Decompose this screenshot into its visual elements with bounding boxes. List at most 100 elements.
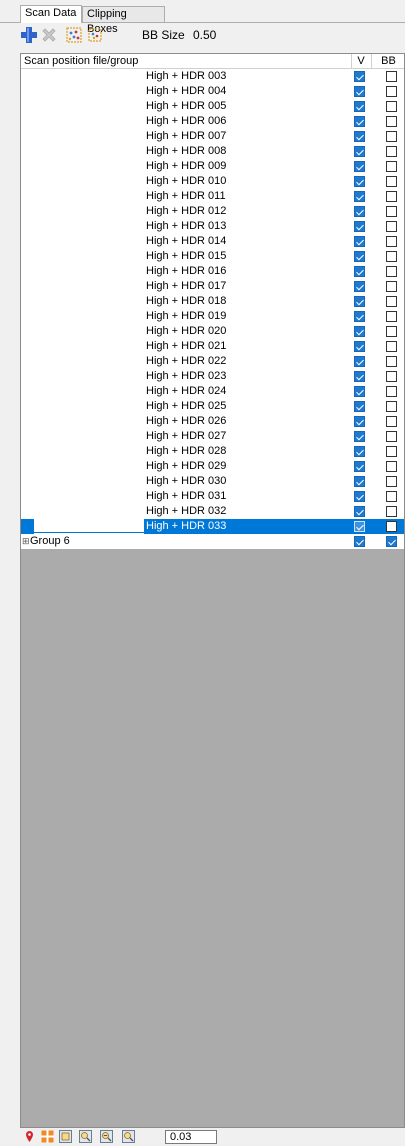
bb-checkbox[interactable] bbox=[386, 326, 397, 337]
table-row[interactable]: High + HDR 023 bbox=[21, 369, 404, 384]
zoom-out-icon[interactable] bbox=[100, 1130, 113, 1143]
table-row[interactable]: High + HDR 032 bbox=[21, 504, 404, 519]
table-row[interactable]: High + HDR 019 bbox=[21, 309, 404, 324]
tab-scan-data[interactable]: Scan Data bbox=[20, 5, 82, 23]
table-row[interactable]: High + HDR 028 bbox=[21, 444, 404, 459]
visible-checkbox[interactable] bbox=[354, 491, 365, 502]
bb-checkbox[interactable] bbox=[386, 311, 397, 322]
bb-mark-icon[interactable] bbox=[65, 26, 83, 44]
bb-checkbox[interactable] bbox=[386, 176, 397, 187]
visible-checkbox[interactable] bbox=[354, 401, 365, 412]
visible-checkbox[interactable] bbox=[354, 356, 365, 367]
table-row[interactable]: High + HDR 033 bbox=[21, 519, 404, 534]
visible-checkbox[interactable] bbox=[354, 341, 365, 352]
bb-checkbox[interactable] bbox=[386, 416, 397, 427]
table-row[interactable]: High + HDR 010 bbox=[21, 174, 404, 189]
expand-icon[interactable]: ⊞ bbox=[22, 537, 30, 546]
visible-checkbox[interactable] bbox=[354, 476, 365, 487]
visible-checkbox[interactable] bbox=[354, 131, 365, 142]
table-row[interactable]: High + HDR 007 bbox=[21, 129, 404, 144]
bb-checkbox[interactable] bbox=[386, 236, 397, 247]
tab-clipping-boxes[interactable]: Clipping Boxes bbox=[82, 6, 165, 35]
column-header-bb[interactable]: BB bbox=[371, 54, 404, 68]
bb-checkbox[interactable] bbox=[386, 221, 397, 232]
table-row[interactable]: High + HDR 011 bbox=[21, 189, 404, 204]
table-row[interactable]: High + HDR 014 bbox=[21, 234, 404, 249]
bb-checkbox[interactable] bbox=[386, 161, 397, 172]
bb-checkbox[interactable] bbox=[386, 491, 397, 502]
crosshair-icon[interactable] bbox=[41, 1130, 54, 1143]
bb-unmark-icon[interactable] bbox=[86, 26, 104, 44]
table-row[interactable]: High + HDR 013 bbox=[21, 219, 404, 234]
visible-checkbox[interactable] bbox=[354, 386, 365, 397]
visible-checkbox[interactable] bbox=[354, 281, 365, 292]
bb-checkbox[interactable] bbox=[386, 251, 397, 262]
bb-checkbox[interactable] bbox=[386, 371, 397, 382]
table-row[interactable]: High + HDR 025 bbox=[21, 399, 404, 414]
bb-checkbox[interactable] bbox=[386, 206, 397, 217]
bb-size-value[interactable]: 0.50 bbox=[193, 28, 216, 42]
table-row[interactable]: High + HDR 015 bbox=[21, 249, 404, 264]
bb-checkbox[interactable] bbox=[386, 116, 397, 127]
visible-checkbox[interactable] bbox=[354, 416, 365, 427]
visible-checkbox[interactable] bbox=[354, 251, 365, 262]
table-row[interactable]: High + HDR 012 bbox=[21, 204, 404, 219]
scan-position-tree[interactable]: Scan position file/group V BB High + HDR… bbox=[20, 53, 405, 1128]
bb-checkbox[interactable] bbox=[386, 146, 397, 157]
bb-checkbox[interactable] bbox=[386, 506, 397, 517]
table-row[interactable]: High + HDR 022 bbox=[21, 354, 404, 369]
point-size-input[interactable]: 0.03 bbox=[165, 1130, 217, 1144]
table-row[interactable]: High + HDR 031 bbox=[21, 489, 404, 504]
visible-checkbox[interactable] bbox=[354, 206, 365, 217]
bb-checkbox[interactable] bbox=[386, 86, 397, 97]
bb-checkbox[interactable] bbox=[386, 101, 397, 112]
bb-checkbox[interactable] bbox=[386, 401, 397, 412]
table-row[interactable]: High + HDR 008 bbox=[21, 144, 404, 159]
bb-checkbox[interactable] bbox=[386, 191, 397, 202]
visible-checkbox[interactable] bbox=[354, 521, 365, 532]
bb-checkbox[interactable] bbox=[386, 521, 397, 532]
visible-checkbox[interactable] bbox=[354, 266, 365, 277]
table-row[interactable]: High + HDR 020 bbox=[21, 324, 404, 339]
zoom-icon[interactable] bbox=[59, 1130, 72, 1143]
bb-checkbox[interactable] bbox=[386, 386, 397, 397]
table-row[interactable]: High + HDR 009 bbox=[21, 159, 404, 174]
table-row[interactable]: High + HDR 005 bbox=[21, 99, 404, 114]
marker-icon[interactable] bbox=[23, 1130, 36, 1143]
visible-checkbox[interactable] bbox=[354, 221, 365, 232]
remove-icon[interactable] bbox=[40, 26, 58, 44]
visible-checkbox[interactable] bbox=[354, 101, 365, 112]
bb-checkbox[interactable] bbox=[386, 266, 397, 277]
visible-checkbox[interactable] bbox=[354, 86, 365, 97]
table-row[interactable]: High + HDR 030 bbox=[21, 474, 404, 489]
table-row[interactable]: High + HDR 016 bbox=[21, 264, 404, 279]
table-row[interactable]: High + HDR 024 bbox=[21, 384, 404, 399]
table-row[interactable]: High + HDR 003 bbox=[21, 69, 404, 84]
visible-checkbox[interactable] bbox=[354, 371, 365, 382]
bb-checkbox[interactable] bbox=[386, 296, 397, 307]
bb-checkbox[interactable] bbox=[386, 341, 397, 352]
visible-checkbox[interactable] bbox=[354, 296, 365, 307]
zoom-fit-icon[interactable] bbox=[122, 1130, 135, 1143]
visible-checkbox[interactable] bbox=[354, 326, 365, 337]
visible-checkbox[interactable] bbox=[354, 71, 365, 82]
bb-checkbox[interactable] bbox=[386, 476, 397, 487]
visible-checkbox[interactable] bbox=[354, 236, 365, 247]
bb-checkbox[interactable] bbox=[386, 431, 397, 442]
table-row[interactable]: High + HDR 006 bbox=[21, 114, 404, 129]
visible-checkbox[interactable] bbox=[354, 161, 365, 172]
table-row[interactable]: High + HDR 026 bbox=[21, 414, 404, 429]
table-row[interactable]: High + HDR 018 bbox=[21, 294, 404, 309]
table-row[interactable]: High + HDR 021 bbox=[21, 339, 404, 354]
visible-checkbox[interactable] bbox=[354, 191, 365, 202]
bb-checkbox[interactable] bbox=[386, 71, 397, 82]
visible-checkbox[interactable] bbox=[354, 506, 365, 517]
bb-checkbox[interactable] bbox=[386, 461, 397, 472]
add-icon[interactable] bbox=[20, 26, 38, 44]
table-row[interactable]: High + HDR 004 bbox=[21, 84, 404, 99]
visible-checkbox[interactable] bbox=[354, 311, 365, 322]
bb-checkbox[interactable] bbox=[386, 446, 397, 457]
visible-checkbox[interactable] bbox=[354, 431, 365, 442]
column-header-name[interactable]: Scan position file/group bbox=[24, 54, 138, 68]
bb-checkbox[interactable] bbox=[386, 131, 397, 142]
